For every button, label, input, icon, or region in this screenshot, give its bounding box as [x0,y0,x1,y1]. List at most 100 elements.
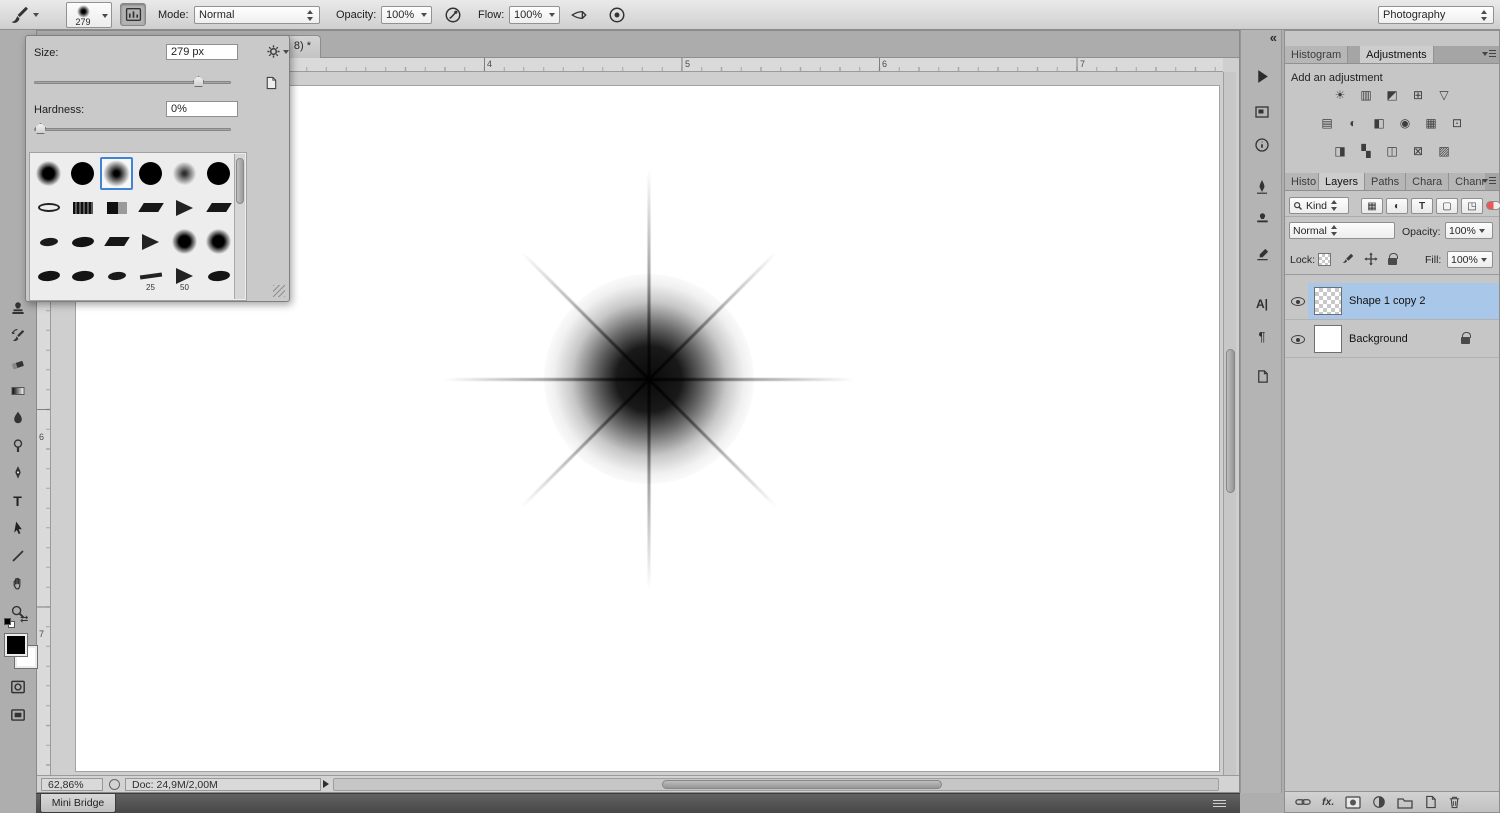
brush-panel-icon[interactable] [1250,175,1274,199]
brush-preset-hard-round[interactable] [202,157,235,190]
selective-color-icon[interactable]: ⊠ [1409,144,1427,159]
color-balance-icon[interactable]: ◐ [1344,116,1362,131]
brush-preset-hard-round[interactable] [134,157,167,190]
layer-thumbnail[interactable] [1314,325,1342,353]
eraser-tool[interactable] [3,351,32,377]
tab-paths[interactable]: Paths [1365,173,1406,190]
brush-preset-half-square[interactable] [100,191,133,224]
brush-grid-scrollbar-thumb[interactable] [236,158,244,204]
brush-preset-fan[interactable]: 50 [168,259,201,292]
airbrush-icon[interactable] [566,3,592,26]
new-layer-icon[interactable] [1424,795,1437,809]
actions-panel-icon[interactable] [1250,64,1274,88]
hand-tool[interactable] [3,571,32,597]
hardness-input[interactable] [166,101,238,117]
brush-preset-soft-round-faint[interactable] [168,157,201,190]
toggle-brush-panel-button[interactable] [120,3,146,26]
size-input[interactable] [166,44,238,60]
brush-preset-fan[interactable] [168,191,201,224]
tab-layers[interactable]: Layers [1319,173,1365,190]
clone-source-panel-icon[interactable] [1250,207,1274,231]
brush-preset-soft-round[interactable] [32,157,65,190]
brush-preset-soft-round[interactable] [168,225,201,258]
brush-grid-scrollbar[interactable] [234,154,245,299]
tool-preset-arrow-icon[interactable] [33,13,39,17]
info-panel-icon[interactable] [1250,133,1274,157]
brush-preview-picker[interactable]: 279 [66,2,112,28]
quick-mask-button[interactable] [3,674,32,700]
navigator-panel-icon[interactable] [1250,100,1274,124]
hardness-slider-thumb[interactable] [35,123,46,134]
adjustments-panel-menu-icon[interactable] [1482,50,1496,59]
layer-name[interactable]: Background [1349,333,1408,345]
vertical-scrollbar-thumb[interactable] [1226,349,1235,493]
zoom-field[interactable]: 62,86% [41,778,103,791]
layer-name[interactable]: Shape 1 copy 2 [1349,295,1425,307]
layer-filter-kind-select[interactable]: Kind [1289,197,1349,214]
layer-row-shape[interactable]: Shape 1 copy 2 [1285,283,1499,320]
foreground-color-swatch[interactable] [5,634,27,656]
history-brush-tool[interactable] [3,323,32,349]
layer-visibility-eye-icon[interactable] [1291,335,1305,344]
mini-bridge-tab[interactable]: Mini Bridge [40,794,116,813]
tool-presets-panel-icon[interactable] [1250,242,1274,266]
photo-filter-icon[interactable]: ◉ [1396,116,1414,131]
layers-opacity-select[interactable]: 100% [1445,222,1493,239]
gradient-map-icon[interactable]: ▨ [1435,144,1453,159]
posterize-icon[interactable]: ▚ [1357,144,1375,159]
horizontal-scrollbar-thumb[interactable] [662,780,942,789]
default-colors-icon[interactable] [4,618,16,628]
new-group-icon[interactable] [1397,796,1413,809]
dodge-tool[interactable] [3,433,32,459]
filter-type-layers-icon[interactable]: T [1411,198,1433,214]
new-preset-icon[interactable] [264,76,278,90]
lock-pixels-icon[interactable] [1341,252,1355,266]
workspace-select[interactable]: Photography [1378,6,1494,24]
type-tool[interactable]: T [3,488,32,514]
brush-preset-flat[interactable] [32,259,65,292]
doc-info-field[interactable]: Doc: 24,9M/2,00M [125,778,321,791]
pen-tool[interactable] [3,460,32,486]
filter-shape-layers-icon[interactable]: ▢ [1436,198,1458,214]
curves-icon[interactable]: ◩ [1383,88,1401,103]
blur-tool[interactable] [3,405,32,431]
color-lookup-icon[interactable]: ⊡ [1448,116,1466,131]
fill-select[interactable]: 100% [1447,251,1493,268]
brush-preset-flat[interactable] [66,225,99,258]
link-layers-icon[interactable] [1295,796,1311,808]
brush-preset-flat[interactable] [66,259,99,292]
hue-saturation-icon[interactable]: ▤ [1318,116,1336,131]
gear-icon[interactable] [266,44,281,59]
character-panel-icon[interactable]: A| [1250,292,1274,316]
tab-character[interactable]: Chara [1406,173,1449,190]
gradient-tool[interactable] [3,378,32,404]
delete-layer-icon[interactable] [1448,795,1461,809]
mini-bridge-menu-icon[interactable] [1213,800,1226,808]
brush-preset-fan[interactable] [134,225,167,258]
paragraph-panel-icon[interactable]: ¶ [1250,324,1274,348]
brush-preset-soft-round-selected[interactable] [100,157,133,190]
invert-icon[interactable]: ◨ [1331,144,1349,159]
flow-select[interactable]: 100% [509,6,560,24]
size-slider-thumb[interactable] [193,76,204,87]
expand-panels-icon[interactable]: « [1270,30,1277,45]
status-arrow-icon[interactable] [323,780,329,788]
filter-adjustment-layers-icon[interactable]: ◐ [1386,198,1408,214]
vertical-scrollbar[interactable] [1223,72,1236,775]
threshold-icon[interactable]: ◫ [1383,144,1401,159]
brightness-contrast-icon[interactable]: ☀ [1331,88,1349,103]
tab-histogram[interactable]: Histogram [1285,46,1348,63]
vibrance-icon[interactable]: ▽ [1435,88,1453,103]
hardness-slider[interactable] [34,128,231,131]
mode-select[interactable]: Normal [194,6,320,24]
filter-smart-objects-icon[interactable]: ◳ [1461,198,1483,214]
status-icon[interactable] [109,779,120,790]
lock-position-icon[interactable] [1364,252,1378,266]
blend-mode-select[interactable]: Normal [1289,222,1395,239]
brush-preset-angled-flat[interactable] [134,191,167,224]
filter-pixel-layers-icon[interactable]: ▦ [1361,198,1383,214]
pressure-size-icon[interactable] [604,3,630,26]
path-selection-tool[interactable] [3,515,32,541]
pressure-opacity-icon[interactable] [440,3,466,26]
brush-preset-flat-small[interactable] [32,225,65,258]
